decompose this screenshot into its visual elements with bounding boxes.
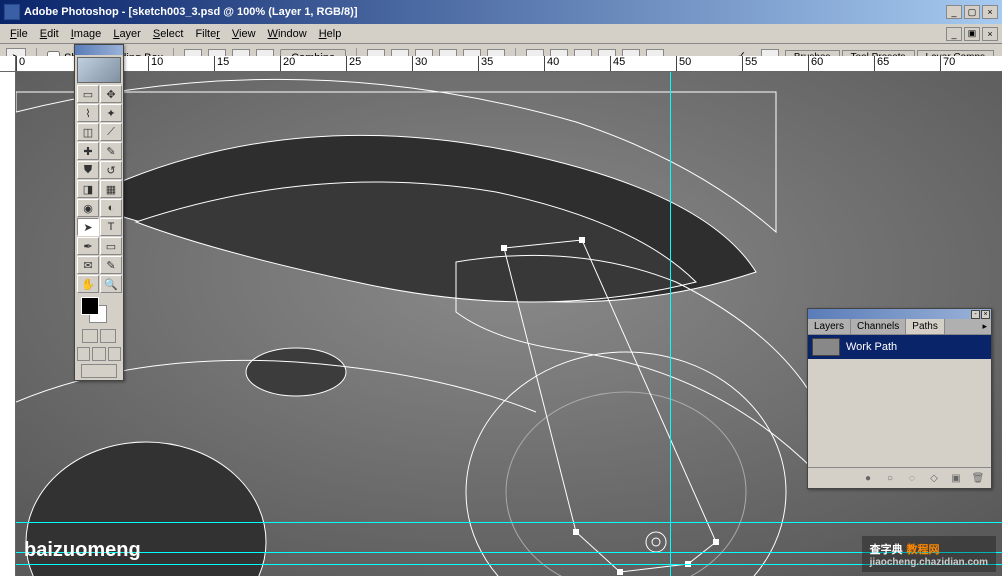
tool-pen[interactable]: ✒ xyxy=(77,237,99,255)
guide-horizontal-3[interactable] xyxy=(16,522,1002,523)
stroke-path-icon[interactable]: ○ xyxy=(883,471,897,485)
toolbox-drag-handle[interactable] xyxy=(75,45,123,55)
menu-file[interactable]: File xyxy=(4,26,34,42)
watermark-author: baizuomeng xyxy=(24,539,141,562)
tool-lasso[interactable]: ⌇ xyxy=(77,104,99,122)
doc-restore-button[interactable]: ▣ xyxy=(964,27,980,41)
panel-drag-handle[interactable]: - × xyxy=(808,309,991,319)
path-name: Work Path xyxy=(846,341,897,353)
tab-paths[interactable]: Paths xyxy=(906,319,945,334)
tool-type[interactable]: T xyxy=(100,218,122,236)
menu-select[interactable]: Select xyxy=(147,26,190,42)
path-to-selection-icon[interactable]: ◌ xyxy=(905,471,919,485)
fill-path-icon[interactable]: ● xyxy=(861,471,875,485)
tool-wand[interactable]: ✦ xyxy=(100,104,122,122)
tool-gradient[interactable]: ▦ xyxy=(100,180,122,198)
doc-minimize-button[interactable]: _ xyxy=(946,27,962,41)
tool-path-select[interactable]: ➤ xyxy=(77,218,99,236)
window-titlebar: Adobe Photoshop - [sketch003_3.psd @ 100… xyxy=(0,0,1002,24)
new-path-icon[interactable]: ▣ xyxy=(949,471,963,485)
doc-close-button[interactable]: × xyxy=(982,27,998,41)
tool-marquee[interactable]: ▭ xyxy=(77,85,99,103)
foreground-color-swatch[interactable] xyxy=(81,297,99,315)
tool-stamp[interactable]: ⛊ xyxy=(77,161,99,179)
close-button[interactable]: × xyxy=(982,5,998,19)
tool-slice[interactable]: ⟋ xyxy=(100,123,122,141)
ruler-horizontal[interactable]: 0 5 10 15 20 25 30 35 40 45 50 55 60 65 … xyxy=(16,56,1002,72)
path-thumbnail xyxy=(812,338,840,356)
maximize-button[interactable]: ▢ xyxy=(964,5,980,19)
menu-filter[interactable]: Filter xyxy=(189,26,225,42)
watermark-site: 查字典 教程网 jiaocheng.chazidian.com xyxy=(862,536,996,572)
minimize-button[interactable]: _ xyxy=(946,5,962,19)
menu-help[interactable]: Help xyxy=(313,26,348,42)
menu-view[interactable]: View xyxy=(226,26,262,42)
tool-crop[interactable]: ◫ xyxy=(77,123,99,141)
paths-list: Work Path xyxy=(808,335,991,467)
ruler-vertical[interactable] xyxy=(0,72,16,576)
app-icon xyxy=(4,4,20,20)
menu-image[interactable]: Image xyxy=(65,26,108,42)
tab-channels[interactable]: Channels xyxy=(851,319,906,334)
panel-close-icon[interactable]: × xyxy=(981,310,990,319)
menu-window[interactable]: Window xyxy=(262,26,313,42)
tool-brush[interactable]: ✎ xyxy=(100,142,122,160)
tool-shape[interactable]: ▭ xyxy=(100,237,122,255)
screen-fullmenu[interactable] xyxy=(92,347,105,361)
menu-bar: File Edit Image Layer Select Filter View… xyxy=(0,24,1002,44)
screen-full[interactable] xyxy=(108,347,121,361)
mode-quickmask[interactable] xyxy=(100,329,116,343)
menu-layer[interactable]: Layer xyxy=(107,26,147,42)
panel-minimize-icon[interactable]: - xyxy=(971,310,980,319)
tool-dodge[interactable]: ◐ xyxy=(100,199,122,217)
panel-menu-icon[interactable]: ▸ xyxy=(978,319,991,334)
tool-heal[interactable]: ✚ xyxy=(77,142,99,160)
selection-to-path-icon[interactable]: ◇ xyxy=(927,471,941,485)
screen-standard[interactable] xyxy=(77,347,90,361)
tool-eraser[interactable]: ◨ xyxy=(77,180,99,198)
ruler-origin[interactable] xyxy=(0,56,16,72)
tool-move[interactable]: ✥ xyxy=(100,85,122,103)
window-title: Adobe Photoshop - [sketch003_3.psd @ 100… xyxy=(24,6,946,18)
menu-edit[interactable]: Edit xyxy=(34,26,65,42)
tool-history-brush[interactable]: ↺ xyxy=(100,161,122,179)
paths-panel[interactable]: - × Layers Channels Paths ▸ Work Path ● … xyxy=(807,308,992,489)
tool-hand[interactable]: ✋ xyxy=(77,275,99,293)
delete-path-icon[interactable]: 🗑 xyxy=(971,471,985,485)
tool-zoom[interactable]: 🔍 xyxy=(100,275,122,293)
mode-standard[interactable] xyxy=(82,329,98,343)
guide-vertical[interactable] xyxy=(670,72,671,576)
tool-eyedropper[interactable]: ✎ xyxy=(100,256,122,274)
toolbox-panel[interactable]: ▭ ✥ ⌇ ✦ ◫ ⟋ ✚ ✎ ⛊ ↺ ◨ ▦ ◉ ◐ ➤ T ✒ ▭ ✉ ✎ … xyxy=(74,44,124,381)
toolbox-header-image xyxy=(77,57,121,83)
color-swatches xyxy=(77,297,121,325)
path-item[interactable]: Work Path xyxy=(808,335,991,359)
tab-layers[interactable]: Layers xyxy=(808,319,851,334)
guide-horizontal-1[interactable] xyxy=(16,564,1002,565)
guide-horizontal-2[interactable] xyxy=(16,552,1002,553)
jump-to-imageready[interactable] xyxy=(81,364,117,378)
tool-blur[interactable]: ◉ xyxy=(77,199,99,217)
tool-notes[interactable]: ✉ xyxy=(77,256,99,274)
